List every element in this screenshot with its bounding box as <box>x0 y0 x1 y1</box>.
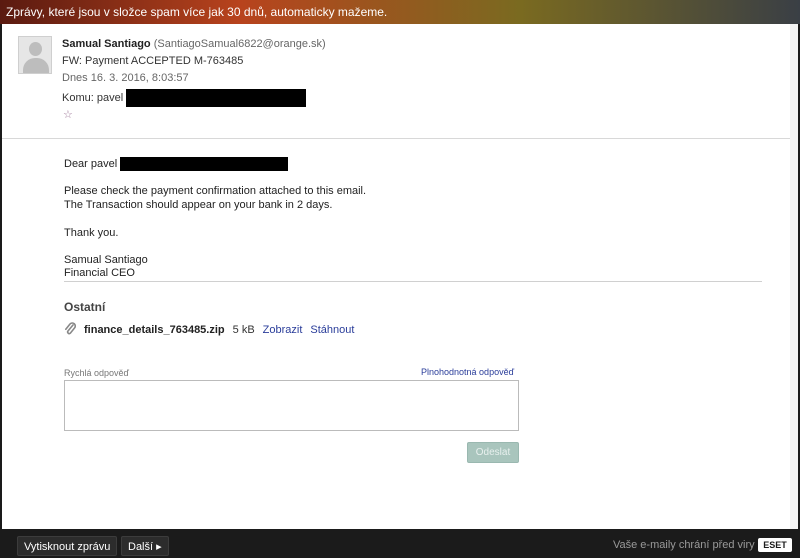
greeting-redaction <box>120 157 289 171</box>
date-value: 16. 3. 2016, 8:03:57 <box>90 72 189 84</box>
sender-email: (SantiagoSamual6822@orange.sk) <box>153 38 326 50</box>
attachments-divider <box>64 281 762 282</box>
sender-name: Samual Santiago <box>62 38 151 50</box>
recipient-label: Komu: pavel <box>62 91 124 104</box>
avatar-body <box>23 58 49 73</box>
greeting: Dear pavel <box>64 157 118 170</box>
eset-logo: ESET <box>758 538 792 552</box>
print-button[interactable]: Vytisknout zprávu <box>17 536 118 556</box>
footer-bar: Vytisknout zprávu Další ▸ Vaše e-maily c… <box>0 529 800 558</box>
subject: FW: Payment ACCEPTED M-763485 <box>62 55 244 67</box>
next-button[interactable]: Další ▸ <box>121 536 169 556</box>
signature-title: Financial CEO <box>64 267 135 279</box>
date-label: Dnes <box>62 72 88 84</box>
thanks-line: Thank you. <box>64 227 119 239</box>
send-button[interactable]: Odeslat <box>467 442 519 463</box>
body-line-1: Please check the payment confirmation at… <box>64 185 367 197</box>
paperclip-icon <box>64 322 78 339</box>
full-reply-link[interactable]: Plnohodnotná odpověď <box>421 367 514 377</box>
date-line: Dnes 16. 3. 2016, 8:03:57 <box>62 72 189 84</box>
view-attachment-link[interactable]: Zobrazit <box>263 324 303 336</box>
attachment-filename[interactable]: finance_details_763485.zip <box>84 324 225 336</box>
attachments-title: Ostatní <box>64 300 106 314</box>
attachment-size: 5 kB <box>232 324 255 337</box>
download-attachment-link[interactable]: Stáhnout <box>310 324 354 336</box>
header-divider <box>2 138 798 139</box>
quick-reply-textarea[interactable] <box>64 380 519 431</box>
star-icon[interactable]: ☆ <box>63 108 73 121</box>
recipient-line: Komu: pavel <box>62 89 307 107</box>
message-view: Samual Santiago (SantiagoSamual6822@oran… <box>2 24 798 529</box>
attachment-row: finance_details_763485.zip 5 kB Zobrazit St… <box>64 322 354 336</box>
signature-name: Samual Santiago <box>64 254 148 266</box>
scrollbar[interactable] <box>790 24 798 529</box>
avatar-head <box>29 42 42 56</box>
body-line-2: The Transaction should appear on your ba… <box>64 199 333 211</box>
greeting-line: Dear pavel <box>64 157 289 171</box>
recipient-redaction <box>126 89 307 107</box>
quick-reply-label: Rychlá odpověď <box>64 368 130 378</box>
sender-line: Samual Santiago (SantiagoSamual6822@oran… <box>62 38 326 50</box>
spam-notice-banner: Zprávy, které jsou v složce spam více ja… <box>0 0 800 24</box>
avatar <box>18 36 52 74</box>
virus-protection-text: Vaše e-maily chrání před viry <box>613 539 755 551</box>
